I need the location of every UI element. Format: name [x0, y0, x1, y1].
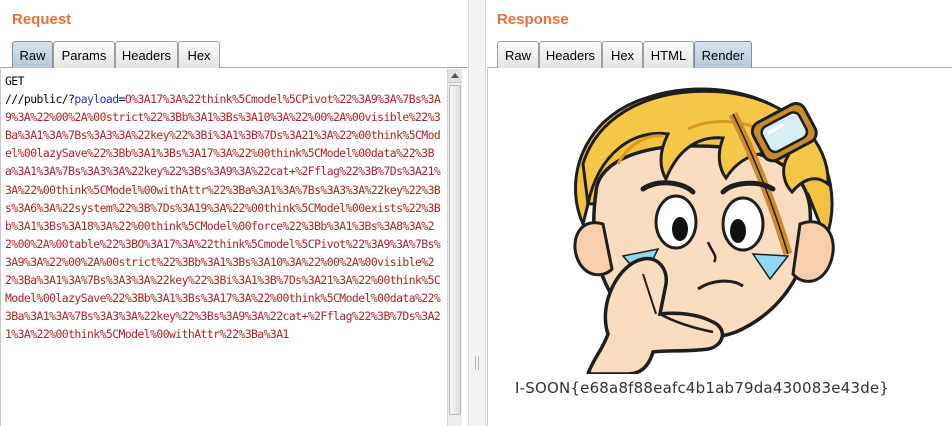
- request-tab-params[interactable]: Params: [53, 41, 115, 68]
- request-title: Request: [12, 11, 72, 28]
- response-title: Response: [497, 11, 569, 28]
- request-tabbar: Raw Params Headers Hex: [0, 40, 468, 68]
- panel-splitter[interactable]: [468, 0, 486, 426]
- flag-output-text: I-SOON{e68a8f88eafc4b1ab79da430083e43de}: [515, 379, 890, 397]
- request-tab-hex[interactable]: Hex: [178, 41, 220, 68]
- request-tab-headers[interactable]: Headers: [115, 41, 178, 68]
- request-raw-text: GET///public/?payload=O%3A17%3A%22think%…: [5, 72, 443, 343]
- request-scroll-thumb[interactable]: [449, 85, 461, 415]
- request-method: GET: [5, 74, 24, 88]
- response-tab-headers[interactable]: Headers: [539, 41, 602, 68]
- request-tab-raw[interactable]: Raw: [12, 41, 53, 68]
- response-tab-html[interactable]: HTML: [643, 41, 694, 68]
- response-tab-raw[interactable]: Raw: [497, 41, 539, 68]
- response-tab-hex[interactable]: Hex: [602, 41, 643, 68]
- response-panel: Response Raw Headers Hex HTML Render I-S…: [487, 0, 952, 426]
- scroll-up-arrow-icon[interactable]: [448, 69, 462, 83]
- request-editor[interactable]: GET///public/?payload=O%3A17%3A%22think%…: [0, 69, 462, 426]
- request-panel: Request Raw Params Headers Hex GET ///pub…: [0, 0, 468, 426]
- response-tab-render[interactable]: Render: [694, 41, 752, 68]
- request-path: ///public/?: [5, 92, 75, 107]
- request-param-value: O%3A17%3A%22think%5Cmodel%5CPivot%22%3A9…: [5, 92, 441, 342]
- response-render-area: I-SOON{e68a8f88eafc4b1ab79da430083e43de}: [487, 69, 952, 426]
- request-scrollbar[interactable]: [447, 69, 462, 426]
- splitter-grip[interactable]: [475, 356, 479, 370]
- request-param-name: payload: [74, 92, 119, 107]
- response-tabbar: Raw Headers Hex HTML Render: [487, 40, 952, 68]
- thinking-boy-mascot-image: [573, 87, 835, 374]
